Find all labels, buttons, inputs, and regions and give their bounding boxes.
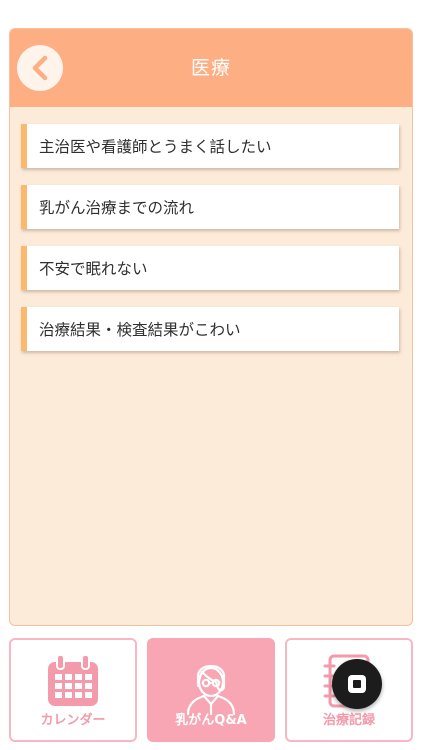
tab-qa[interactable]: 乳がんQ&A — [147, 638, 275, 742]
list-item-label: 乳がん治療までの流れ — [39, 199, 195, 217]
doctor-icon — [186, 664, 236, 716]
tab-label: 治療記録 — [322, 713, 375, 728]
tab-label: 乳がんQ&A — [175, 713, 247, 728]
tab-label: カレンダー — [40, 713, 106, 728]
list-item[interactable]: 乳がん治療までの流れ — [21, 185, 399, 229]
tab-calendar[interactable]: カレンダー — [9, 638, 137, 742]
floating-stop-button[interactable] — [332, 659, 382, 709]
list-item-label: 不安で眠れない — [39, 260, 148, 278]
page-title: 医療 — [190, 57, 231, 79]
list-item-label: 治療結果・検査結果がこわい — [39, 321, 241, 339]
list-item[interactable]: 治療結果・検査結果がこわい — [21, 307, 399, 351]
list-item[interactable]: 主治医や看護師とうまく話したい — [21, 124, 399, 168]
calendar-icon — [48, 654, 98, 706]
main-panel: 医療 主治医や看護師とうまく話したい 乳がん治療までの流れ 不安で眠れない 治療… — [9, 28, 413, 626]
list-item-label: 主治医や看護師とうまく話したい — [39, 138, 272, 156]
header-bar: 医療 — [10, 29, 412, 107]
qa-list: 主治医や看護師とうまく話したい 乳がん治療までの流れ 不安で眠れない 治療結果・… — [21, 124, 399, 368]
list-item[interactable]: 不安で眠れない — [21, 246, 399, 290]
stop-square-icon — [348, 675, 366, 693]
